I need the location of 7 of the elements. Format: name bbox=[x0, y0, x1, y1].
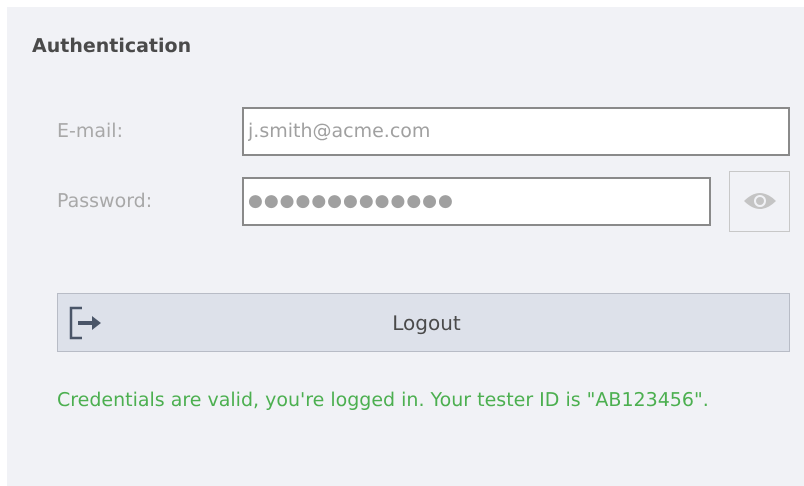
eye-icon bbox=[742, 190, 776, 212]
field-label: Password: bbox=[57, 190, 154, 212]
section-title: Authentication bbox=[32, 35, 192, 57]
status-message: Credentials are valid, you're logged in. Your tester ID is "AB123456". bbox=[57, 388, 710, 413]
logout-button[interactable]: Logout bbox=[57, 293, 790, 352]
show-password-button[interactable] bbox=[729, 170, 790, 232]
field-label: E-mail: bbox=[57, 120, 124, 142]
